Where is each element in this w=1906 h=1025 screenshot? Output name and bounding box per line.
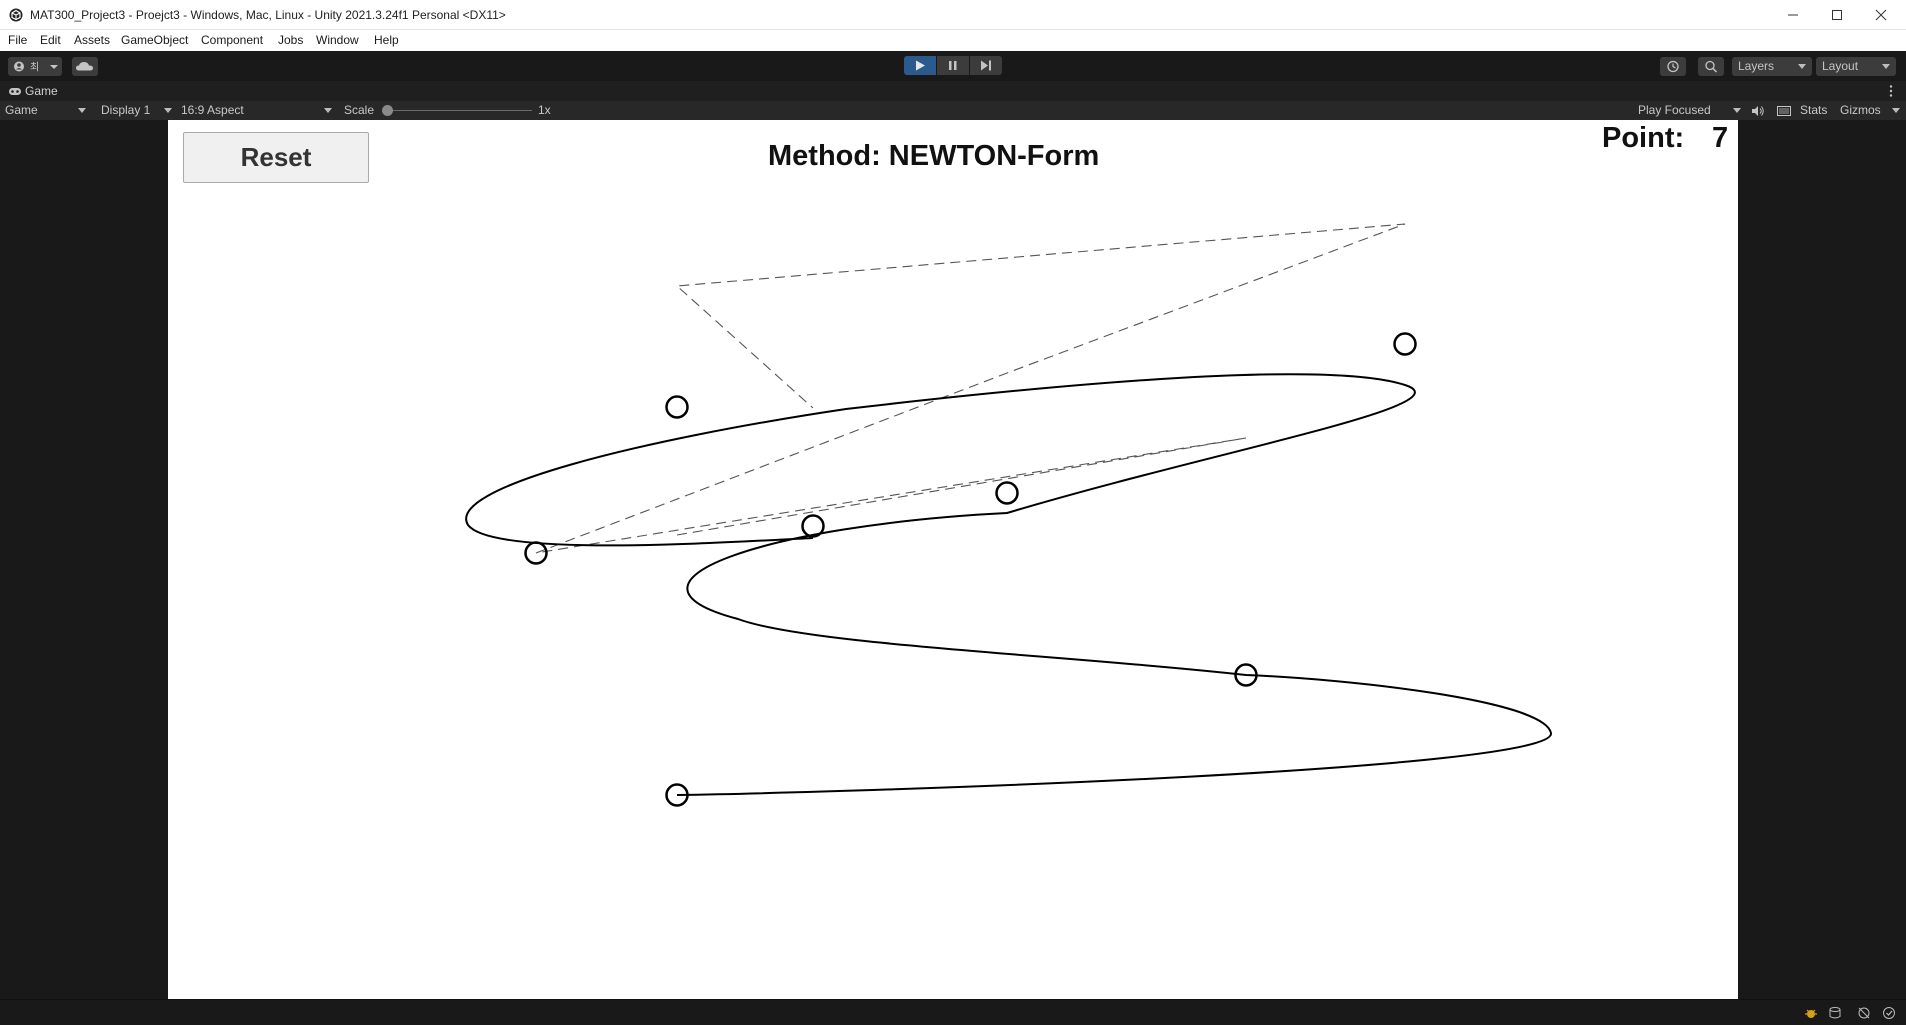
layers-dropdown[interactable]: Layers (1732, 57, 1812, 76)
play-icon (916, 60, 925, 71)
account-icon: 최 (14, 61, 58, 74)
chevron-down-icon (324, 108, 332, 113)
mute-audio-icon[interactable] (1751, 105, 1765, 117)
gamepad-icon (9, 88, 21, 95)
chevron-down-icon (1798, 64, 1806, 69)
bug-icon[interactable] (1804, 1006, 1818, 1020)
view-select-label: Game (5, 103, 38, 117)
method-label: Method: NEWTON-Form (768, 140, 1100, 172)
pause-button[interactable] (937, 56, 969, 75)
check-status-icon[interactable] (1882, 1006, 1896, 1020)
search-icon (1705, 60, 1718, 73)
game-view[interactable]: Reset Method: NEWTON-Form Point: 7 (168, 120, 1738, 999)
display-select[interactable]: Display 1 (95, 101, 175, 120)
history-button[interactable] (1660, 57, 1686, 76)
view-select[interactable]: Game (0, 101, 90, 120)
display-select-label: Display 1 (101, 103, 151, 117)
menu-file[interactable]: File (8, 33, 27, 47)
window-title: MAT300_Project3 - Proejct3 - Windows, Ma… (30, 8, 506, 22)
step-icon (981, 60, 991, 71)
cloud-icon (76, 62, 93, 71)
chevron-down-icon (1882, 64, 1890, 69)
search-button[interactable] (1698, 57, 1724, 76)
gizmos-label: Gizmos (1840, 103, 1881, 117)
status-bar (0, 999, 1906, 1025)
maximize-icon (1832, 10, 1842, 20)
play-mode-label: Play Focused (1638, 103, 1711, 117)
point-count-value: 7 (1712, 122, 1729, 154)
account-dropdown[interactable]: 최 (8, 57, 62, 76)
menu-assets[interactable]: Assets (74, 33, 110, 47)
menu-help[interactable]: Help (374, 33, 399, 47)
layout-dropdown[interactable]: Layout (1816, 57, 1896, 76)
control-point[interactable] (665, 395, 689, 419)
close-button[interactable] (1858, 0, 1904, 30)
cloud-button[interactable] (72, 57, 98, 76)
curve-canvas[interactable] (168, 120, 1738, 999)
control-polygon (535, 223, 1406, 554)
scale-slider-thumb[interactable] (382, 105, 393, 116)
menu-component[interactable]: Component (201, 33, 263, 47)
window-titlebar: MAT300_Project3 - Proejct3 - Windows, Ma… (0, 0, 1906, 30)
game-view-bar: Game Display 1 16:9 Aspect Scale 1x Play… (0, 101, 1906, 120)
minimize-icon (1788, 14, 1798, 16)
menu-jobs[interactable]: Jobs (278, 33, 303, 47)
chevron-down-icon (164, 108, 172, 113)
aspect-select-label: 16:9 Aspect (181, 103, 244, 117)
pause-icon (949, 61, 957, 70)
point-count-label: Point: (1602, 122, 1685, 154)
control-point[interactable] (801, 514, 825, 538)
history-icon (1667, 60, 1679, 73)
close-icon (1875, 9, 1887, 21)
menu-gameobject[interactable]: GameObject (121, 33, 188, 47)
control-point[interactable] (995, 481, 1019, 505)
interpolation-curve (465, 373, 1553, 796)
reset-button[interactable]: Reset (183, 132, 369, 183)
network-icon[interactable] (1857, 1006, 1871, 1020)
menu-window[interactable]: Window (316, 33, 359, 47)
gizmos-dropdown[interactable]: Gizmos (1838, 101, 1902, 120)
stats-button[interactable]: Stats (1800, 103, 1827, 117)
tab-game-label: Game (25, 84, 58, 98)
scale-label: Scale (344, 103, 375, 117)
scale-slider-track (382, 110, 532, 111)
unity-logo-icon (9, 8, 23, 22)
layout-label: Layout (1822, 59, 1859, 73)
aspect-select[interactable]: 16:9 Aspect (175, 101, 335, 120)
menu-edit[interactable]: Edit (40, 33, 61, 47)
cache-server-icon[interactable] (1828, 1006, 1842, 1020)
scale-value: 1x (538, 103, 551, 117)
play-mode-select[interactable]: Play Focused (1632, 101, 1742, 120)
step-button[interactable] (970, 56, 1002, 75)
chevron-down-icon (1892, 108, 1900, 113)
chevron-down-icon (1733, 108, 1741, 113)
scale-slider[interactable] (382, 104, 532, 117)
maximize-button[interactable] (1814, 0, 1860, 30)
menu-bar: File Edit Assets GameObject Component Jo… (0, 30, 1906, 51)
more-options-icon[interactable] (1888, 84, 1894, 98)
tab-strip: Game (0, 81, 1906, 101)
account-initial: 최 (30, 62, 39, 74)
minimize-button[interactable] (1770, 0, 1816, 30)
keyboard-shortcuts-icon[interactable] (1777, 105, 1791, 117)
chevron-down-icon (78, 108, 86, 113)
layers-label: Layers (1738, 59, 1775, 73)
play-button[interactable] (904, 56, 936, 75)
control-point[interactable] (1393, 332, 1417, 356)
